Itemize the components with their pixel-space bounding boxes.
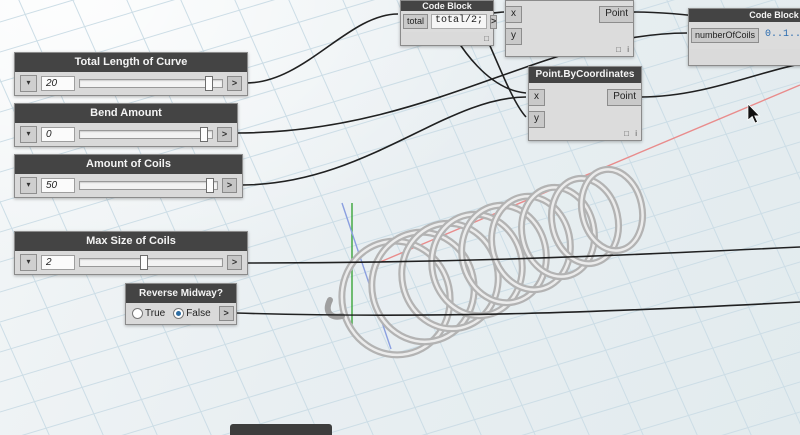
radio-false[interactable]: False [173, 308, 211, 319]
slider-node-max-size-of-coils[interactable]: Max Size of Coils ▾ 2 > [14, 231, 248, 275]
code-text[interactable]: 0..1.. [762, 29, 800, 42]
node-title[interactable]: Bend Amount [15, 104, 237, 123]
slider-node-bend-amount[interactable]: Bend Amount ▾ 0 > [14, 103, 238, 147]
node-title[interactable]: Point.ByCoordinates [529, 67, 641, 83]
radio-true-label: True [145, 308, 166, 319]
output-port-point[interactable]: Point [607, 89, 642, 106]
chevron-down-icon[interactable]: ▾ [20, 75, 37, 92]
info-icon[interactable]: i [635, 129, 637, 138]
dynamo-workspace-canvas[interactable]: Code Block total total/2; > □ x y Point … [0, 0, 800, 435]
slider-value[interactable]: 2 [41, 255, 75, 270]
point-bycoordinates-node[interactable]: Point.ByCoordinates x y Point □ i [528, 66, 642, 141]
slider-track[interactable] [79, 178, 218, 193]
input-port-y[interactable]: y [528, 111, 545, 128]
preview-toggle-icon[interactable]: □ [484, 34, 489, 43]
slider-track[interactable] [79, 127, 213, 142]
offscreen-node-header[interactable] [230, 424, 332, 435]
radio-true-icon[interactable] [132, 308, 143, 319]
code-block-node-top[interactable]: Code Block total total/2; > □ [400, 0, 498, 46]
slider-handle[interactable] [139, 255, 148, 270]
output-port-point[interactable]: Point [599, 6, 634, 23]
output-port[interactable]: > [227, 76, 242, 91]
slider-track[interactable] [79, 255, 223, 270]
preview-toggle-icon[interactable]: □ [616, 45, 621, 54]
node-title[interactable]: Amount of Coils [15, 155, 242, 174]
slider-value[interactable]: 50 [41, 178, 75, 193]
slider-handle[interactable] [204, 76, 213, 91]
slider-handle[interactable] [200, 127, 209, 142]
slider-handle[interactable] [206, 178, 215, 193]
radio-false-icon[interactable] [173, 308, 185, 319]
code-text[interactable]: total/2; [431, 14, 488, 29]
input-port-x[interactable]: x [505, 6, 522, 23]
wire[interactable] [235, 301, 800, 317]
point-node-top[interactable]: x y Point □ i [505, 0, 634, 57]
input-port-numberofcoils[interactable]: numberOfCoils [691, 28, 760, 43]
output-port[interactable]: > [217, 127, 232, 142]
node-title[interactable]: Total Length of Curve [15, 53, 247, 72]
slider-value[interactable]: 0 [41, 127, 75, 142]
output-port[interactable]: > [222, 178, 237, 193]
node-title[interactable]: Max Size of Coils [15, 232, 247, 251]
output-port[interactable]: > [227, 255, 242, 270]
node-title[interactable]: Code Block [689, 9, 800, 22]
output-port[interactable]: > [490, 14, 498, 29]
input-port-total[interactable]: total [403, 14, 429, 29]
node-title[interactable]: Code Block [401, 1, 493, 11]
radio-true[interactable]: True [132, 308, 165, 319]
preview-toggle-icon[interactable]: □ [624, 129, 629, 138]
slider-node-amount-of-coils[interactable]: Amount of Coils ▾ 50 > [14, 154, 243, 198]
chevron-down-icon[interactable]: ▾ [20, 177, 37, 194]
output-port[interactable]: > [218, 306, 234, 321]
wire[interactable] [240, 96, 527, 186]
input-port-x[interactable]: x [528, 89, 545, 106]
input-port-y[interactable]: y [505, 28, 522, 45]
code-block-node-right[interactable]: Code Block numberOfCoils 0..1.. [688, 8, 800, 66]
chevron-down-icon[interactable]: ▾ [20, 254, 37, 271]
wire[interactable] [245, 13, 399, 84]
wire[interactable] [245, 246, 800, 264]
wire[interactable] [640, 63, 800, 98]
info-icon[interactable]: i [627, 45, 629, 54]
slider-track[interactable] [79, 76, 223, 91]
boolean-node-reverse-midway[interactable]: Reverse Midway? True False > [125, 283, 237, 325]
chevron-down-icon[interactable]: ▾ [20, 126, 37, 143]
radio-false-label: False [186, 308, 211, 319]
node-title[interactable]: Reverse Midway? [126, 284, 236, 303]
slider-value[interactable]: 20 [41, 76, 75, 91]
slider-node-total-length[interactable]: Total Length of Curve ▾ 20 > [14, 52, 248, 96]
